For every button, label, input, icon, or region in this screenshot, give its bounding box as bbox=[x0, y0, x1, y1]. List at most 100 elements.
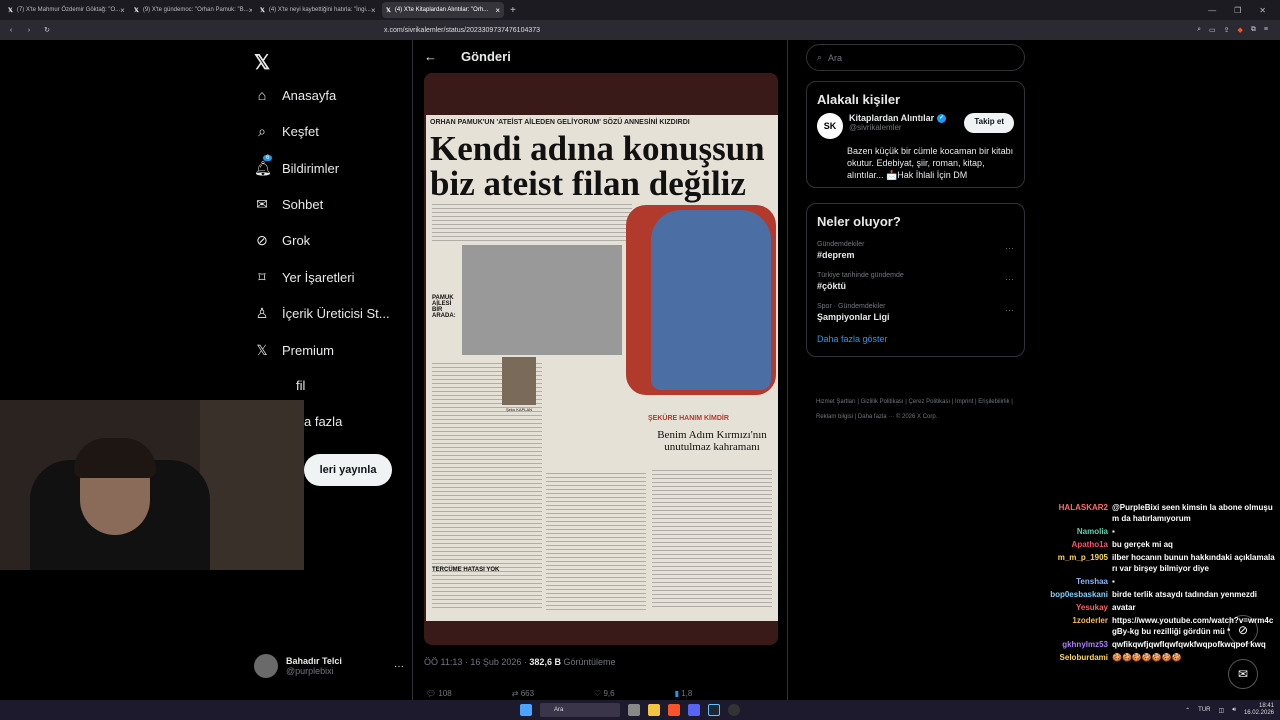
related-account[interactable]: SK Kitaplardan Alıntılar ✓ @sivrikalemler… bbox=[807, 113, 1024, 145]
tray-chevron-icon[interactable]: ⌃ bbox=[1185, 707, 1190, 714]
like-button[interactable]: ♡ 9,6 bbox=[594, 689, 615, 698]
sidebar-item-grok[interactable]: ⊘ Grok bbox=[254, 232, 310, 249]
sidebar-item-label: Keşfet bbox=[282, 124, 319, 139]
volume-icon[interactable]: 🔊︎ bbox=[1232, 707, 1236, 714]
back-icon[interactable]: ‹ bbox=[4, 27, 18, 34]
sidebar-item-more[interactable]: a fazla bbox=[304, 414, 342, 429]
extensions-icon[interactable]: ⧉ bbox=[1251, 26, 1256, 34]
file-explorer-icon[interactable] bbox=[648, 704, 660, 716]
sidebar-item-notifications[interactable]: 🔔︎ 6 Bildirimler bbox=[254, 155, 339, 177]
minimize-icon[interactable]: — bbox=[1208, 6, 1216, 15]
maximize-icon[interactable]: ❐ bbox=[1234, 6, 1241, 15]
browser-tab-active[interactable]: 𝕏 (4) X'te Kitaplardan Alıntılar: "Orh...… bbox=[382, 2, 504, 18]
clipping-photo-caption: PAMUK AİLESİ BİR ARADA: bbox=[432, 295, 456, 319]
show-more-link[interactable]: Daha fazla göster bbox=[807, 328, 1024, 356]
obs-icon[interactable] bbox=[728, 704, 740, 716]
chat-username[interactable]: HALASKAR2 bbox=[1040, 502, 1108, 524]
chat-username[interactable]: Seloburdami bbox=[1040, 652, 1108, 663]
forward-icon[interactable]: › bbox=[22, 27, 36, 34]
browser-tab[interactable]: 𝕏 (9) X'te gündemoc: "Orhan Pamuk: "B... × bbox=[130, 2, 252, 18]
x-logo-icon[interactable]: 𝕏 bbox=[254, 50, 270, 75]
account-bio: Bazen küçük bir cümle kocaman bir kitabı… bbox=[847, 146, 1014, 180]
account-avatar[interactable]: SK bbox=[817, 113, 843, 139]
browser-tab[interactable]: 𝕏 (4) X'te neyi kaybettiğini hatırla: "İn… bbox=[256, 2, 378, 18]
bookmark-button[interactable]: ▮ 1,8 bbox=[675, 689, 693, 698]
clock-date: 16.02.2026 bbox=[1243, 710, 1274, 716]
chat-username[interactable]: Yesukay bbox=[1040, 602, 1108, 613]
post-image[interactable]: ORHAN PAMUK'UN 'ATEİST AİLEDEN GELİYORUM… bbox=[424, 73, 778, 645]
discord-icon[interactable] bbox=[688, 704, 700, 716]
trend-category: Türkiye tarihinde gündemde bbox=[817, 272, 904, 279]
window-close-icon[interactable]: ✕ bbox=[1259, 6, 1266, 15]
sidebar-item-creator-studio[interactable]: ♙ İçerik Üreticisi St... bbox=[254, 305, 390, 322]
follow-button[interactable]: Takip et bbox=[964, 113, 1014, 133]
sidebar-item-bookmarks[interactable]: ⌑ Yer İşaretleri bbox=[254, 269, 355, 286]
search-input[interactable]: ⌕ Ara bbox=[806, 44, 1025, 71]
clock[interactable]: 18:41 16.02.2026 bbox=[1244, 703, 1274, 717]
repost-button[interactable]: ⇄ 663 bbox=[512, 689, 534, 698]
back-arrow-icon[interactable]: ← bbox=[424, 49, 437, 64]
reply-button[interactable]: 💬︎ 108 bbox=[426, 689, 452, 698]
sidebar-item-label: a fazla bbox=[304, 414, 343, 429]
trend-item[interactable]: Türkiye tarihinde gündemde #çöktü ··· bbox=[807, 266, 1024, 297]
page-title: Gönderi bbox=[461, 49, 511, 64]
zoom-icon[interactable]: ⌕ bbox=[1197, 26, 1201, 34]
more-icon[interactable]: ··· bbox=[1005, 243, 1014, 253]
brave-icon[interactable] bbox=[668, 704, 680, 716]
more-icon[interactable]: ··· bbox=[1005, 305, 1014, 315]
address-bar[interactable]: x.com/sivrikalemler/status/2023309737476… bbox=[374, 23, 914, 37]
post-timestamp[interactable]: ÖÖ 11:13 · 16 Şub 2026 · bbox=[424, 657, 527, 667]
steam-icon[interactable] bbox=[708, 704, 720, 716]
menu-icon[interactable]: ≡ bbox=[1264, 26, 1268, 34]
chat-username[interactable]: Tenshaa bbox=[1040, 576, 1108, 587]
chat-message: Seloburdami 🍪🍪🍪🍪🍪🍪🍪 bbox=[1040, 652, 1276, 663]
chat-message: HALASKAR2 @PurpleBixi seen kimsin la abon… bbox=[1040, 502, 1276, 524]
reload-icon[interactable]: ↻ bbox=[40, 26, 54, 34]
more-icon[interactable]: ··· bbox=[394, 661, 404, 672]
close-icon[interactable]: × bbox=[249, 6, 252, 15]
language-indicator[interactable]: TUR bbox=[1198, 707, 1210, 713]
chat-username[interactable]: 1zoderler bbox=[1040, 615, 1108, 637]
windows-start-icon[interactable] bbox=[520, 704, 532, 716]
like-count: 9,6 bbox=[603, 689, 615, 698]
sidebar-item-profile[interactable]: fil bbox=[296, 378, 305, 393]
chat-username[interactable]: gkhnylmz53 bbox=[1040, 639, 1108, 650]
chat-text: avatar bbox=[1112, 603, 1136, 612]
chat-username[interactable]: Apatho1a bbox=[1040, 539, 1108, 550]
sidebar-item-explore[interactable]: ⌕ Keşfet bbox=[254, 123, 319, 140]
trend-item[interactable]: Spor · Gündemdekiler Şampiyonlar Ligi ··… bbox=[807, 297, 1024, 328]
more-icon[interactable]: ··· bbox=[1005, 274, 1014, 284]
account-switcher[interactable]: Bahadır Telci @purplebixi ··· bbox=[254, 654, 404, 678]
bell-icon: 🔔︎ 6 bbox=[254, 155, 273, 176]
trend-item[interactable]: Gündemdekiler #deprem ··· bbox=[807, 235, 1024, 266]
trend-category: Gündemdekiler bbox=[817, 241, 865, 248]
chat-username[interactable]: bop0esbaskani bbox=[1040, 589, 1108, 600]
network-icon[interactable]: ◫ bbox=[1219, 707, 1225, 714]
post-button[interactable]: leri yayınla bbox=[304, 454, 392, 486]
creator-icon: ♙ bbox=[255, 305, 269, 321]
new-tab-button[interactable]: + bbox=[510, 5, 516, 16]
search-placeholder: Ara bbox=[828, 52, 843, 63]
taskbar-search[interactable]: Ara bbox=[540, 703, 620, 717]
widgets-icon[interactable] bbox=[628, 704, 640, 716]
sidebar-item-label: Sohbet bbox=[282, 197, 324, 212]
browser-tab[interactable]: 𝕏 (7) X'te Mahmur Özdemir Göktağ: "O... × bbox=[4, 2, 126, 18]
sidebar-item-chat[interactable]: ✉ Sohbet bbox=[254, 196, 323, 213]
sidebar-item-label: Yer İşaretleri bbox=[282, 270, 355, 285]
close-icon[interactable]: × bbox=[371, 6, 376, 15]
inset-portrait bbox=[502, 357, 536, 405]
sidebar-item-home[interactable]: ⌂ Anasayfa bbox=[254, 87, 336, 103]
clipping-text bbox=[546, 470, 646, 610]
close-icon[interactable]: × bbox=[495, 6, 500, 15]
account-name[interactable]: Kitaplardan Alıntılar bbox=[849, 113, 934, 123]
reader-icon[interactable]: ▭ bbox=[1209, 26, 1216, 34]
close-icon[interactable]: × bbox=[120, 6, 125, 15]
sidebar-item-premium[interactable]: 𝕏 Premium bbox=[254, 342, 334, 359]
chat-username[interactable]: m_m_p_1905 bbox=[1040, 552, 1108, 574]
brave-shield-icon[interactable]: ◆ bbox=[1238, 26, 1243, 34]
x-icon: 𝕏 bbox=[134, 7, 139, 14]
footer-links[interactable]: Hizmet Şartları | Gizlilik Politikası | … bbox=[816, 395, 1016, 425]
chat-username[interactable]: Namolia bbox=[1040, 526, 1108, 537]
share-icon[interactable]: ⇪ bbox=[1224, 26, 1230, 34]
bookmark-icon: ▮ bbox=[674, 689, 679, 698]
